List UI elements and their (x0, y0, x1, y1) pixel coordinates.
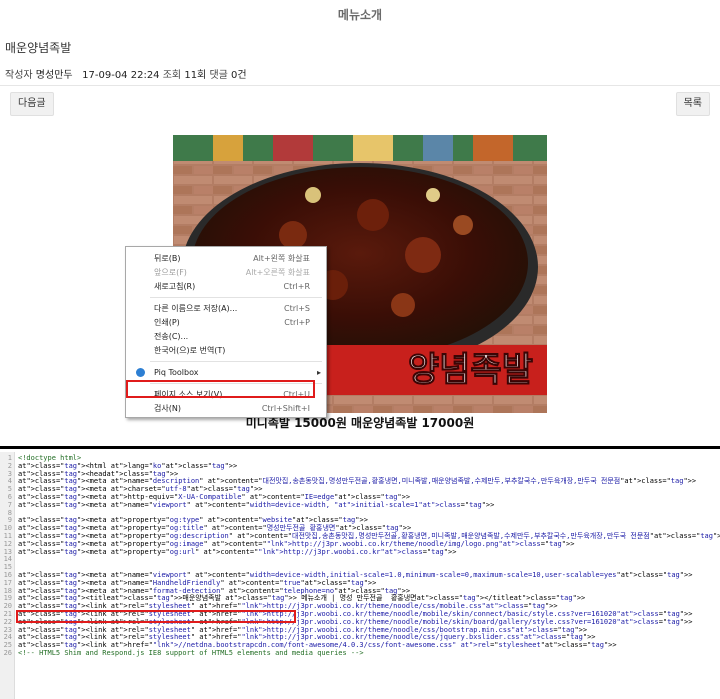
post-meta: 작성자 명성만두 17-09-04 22:24 조회 11회 댓글 0건 (5, 66, 247, 81)
author-label: 작성자 (5, 70, 33, 81)
post-title: 매운양념족발 (5, 41, 72, 55)
menu-item-label: 새로고침(R) (154, 282, 196, 291)
title-tag-highlight (16, 610, 296, 623)
menu-item-shortcut: Alt+오른쪽 화살표 (245, 268, 310, 277)
menu-item-shortcut: Ctrl+Shift+I (261, 404, 310, 413)
menu-item-cast[interactable]: 전송(C)... (126, 330, 326, 343)
menu-separator (150, 297, 322, 298)
photo-overlay-text: 양념족발 (408, 350, 533, 390)
page-source-view: 1 <!doctype html> 2 at">class="tag"><html a… (0, 452, 720, 699)
line-code: at">class="tag"><meta at">name="viewport… (18, 500, 495, 509)
menu-item-label: 전송(C)... (154, 332, 189, 341)
menu-separator (150, 361, 322, 362)
context-menu: 뒤로(B) Alt+왼쪽 화살표 앞으로(F) Alt+오른쪽 화살표 새로고침… (125, 246, 327, 418)
line-code: <!-- HTML5 Shim and Respond.js IE8 suppo… (18, 649, 364, 657)
menu-item-inspect[interactable]: 검사(N) Ctrl+Shift+I (126, 402, 326, 415)
source-line: 26 <!-- HTML5 Shim and Respond.js IE8 sup… (0, 649, 720, 658)
menu-item-translate[interactable]: 한국어(으)로 번역(T) (126, 344, 326, 357)
menu-item-piq-toolbox[interactable]: Piq Toolbox ▸ (126, 366, 326, 379)
source-line: 14 (0, 556, 720, 564)
post-date: 17-09-04 22:24 (82, 70, 160, 81)
views-label: 조회 (162, 70, 182, 81)
menu-item-label: 뒤로(B) (154, 254, 181, 263)
menu-item-label: 인쇄(P) (154, 318, 180, 327)
line-number: 26 (3, 649, 12, 657)
menu-item-reload[interactable]: 새로고침(R) Ctrl+R (126, 280, 326, 293)
menu-item-label: Piq Toolbox (154, 368, 199, 377)
source-line: 13 at">class="tag"><meta at">property="og… (0, 547, 720, 557)
menu-item-print[interactable]: 인쇄(P) Ctrl+P (126, 316, 326, 329)
line-code: at">class="tag"><meta at">property="og:u… (18, 547, 457, 556)
menu-item-label: 다른 이름으로 저장(A)... (154, 304, 238, 313)
menu-item-back[interactable]: 뒤로(B) Alt+왼쪽 화살표 (126, 252, 326, 265)
source-line: 7 at">class="tag"><meta at">name="viewpor… (0, 500, 720, 510)
divider (0, 85, 720, 86)
views-count: 11회 (184, 70, 207, 81)
menu-item-shortcut: Ctrl+S (283, 304, 310, 313)
menu-item-forward[interactable]: 앞으로(F) Alt+오른쪽 화살표 (126, 266, 326, 279)
menu-item-shortcut: Ctrl+R (283, 282, 311, 291)
menu-item-label: 한국어(으)로 번역(T) (154, 346, 226, 355)
comments-label: 댓글 (209, 70, 228, 81)
menu-item-shortcut: Alt+왼쪽 화살표 (253, 254, 310, 263)
menu-item-save-as[interactable]: 다른 이름으로 저장(A)... Ctrl+S (126, 302, 326, 315)
author-name: 명성만두 (35, 70, 73, 81)
next-post-button[interactable]: 다음글 (10, 92, 54, 116)
page-header-title: 메뉴소개 (337, 8, 383, 22)
submenu-arrow-icon: ▸ (316, 368, 321, 377)
piq-toolbox-icon (136, 368, 145, 377)
menu-item-label: 앞으로(F) (154, 268, 187, 277)
view-source-highlight (126, 380, 315, 398)
menu-item-shortcut: Ctrl+P (284, 318, 310, 327)
comments-count: 0건 (231, 70, 247, 81)
list-button[interactable]: 목록 (675, 92, 710, 116)
menu-item-label: 검사(N) (154, 404, 181, 413)
screenshot-divider (0, 446, 720, 449)
menu-caption: 미니족발 15000원 매운양념족발 17000원 (245, 416, 475, 430)
